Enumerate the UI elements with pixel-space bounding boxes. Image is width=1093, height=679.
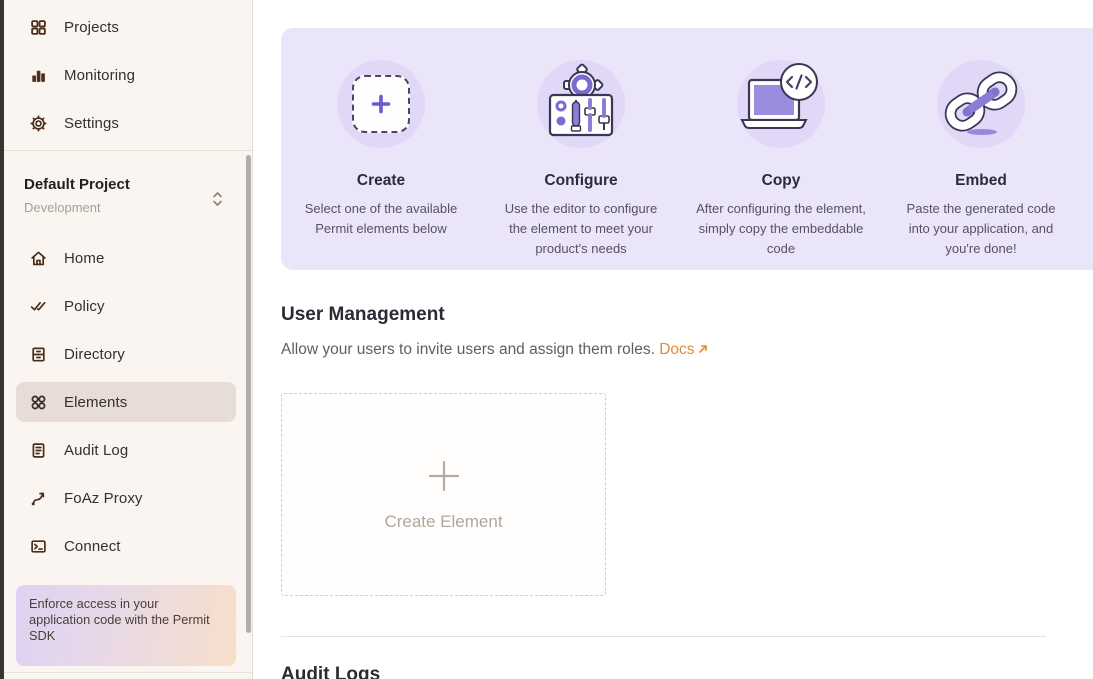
chevron-up-down-icon <box>211 190 224 208</box>
sidebar-item-connect[interactable]: Connect <box>16 526 236 566</box>
create-element-label: Create Element <box>384 512 502 532</box>
bar-chart-icon <box>30 67 47 84</box>
sidebar: Projects Monitoring <box>0 0 253 679</box>
sidebar-top-nav: Projects Monitoring <box>16 7 236 151</box>
cabinet-icon <box>30 346 47 363</box>
step-description: Use the editor to configure the element … <box>481 199 681 259</box>
laptop-code-illustration <box>735 58 827 150</box>
sidebar-item-label: Projects <box>64 19 119 36</box>
onboarding-step-configure: Configure Use the editor to configure th… <box>481 58 681 270</box>
sidebar-divider <box>0 150 252 151</box>
chain-link-illustration <box>935 58 1027 150</box>
description-text: Allow your users to invite users and ass… <box>281 341 659 358</box>
step-title: Configure <box>544 172 617 190</box>
docs-link[interactable]: Docs <box>659 341 708 358</box>
create-plus-illustration <box>335 58 427 150</box>
sidebar-item-elements[interactable]: Elements <box>16 382 236 422</box>
sidebar-item-projects[interactable]: Projects <box>16 7 236 47</box>
project-name: Default Project <box>24 176 232 193</box>
sidebar-item-audit-log[interactable]: Audit Log <box>16 430 236 470</box>
onboarding-step-copy: Copy After configuring the element, simp… <box>681 58 881 270</box>
page-title: User Management <box>281 304 445 326</box>
sdk-promo-text: Enforce access in your application code … <box>29 596 210 643</box>
step-title: Copy <box>762 172 801 190</box>
double-check-icon <box>30 298 47 315</box>
proxy-route-icon <box>30 490 47 507</box>
sidebar-item-settings[interactable]: Settings <box>16 103 236 143</box>
sidebar-item-label: FoAz Proxy <box>64 490 143 507</box>
main-content: Create Select one of the available Permi… <box>253 0 1093 679</box>
sidebar-scrollbar[interactable] <box>246 155 251 633</box>
plus-icon <box>426 458 462 494</box>
step-description: Paste the generated code into your appli… <box>881 199 1081 259</box>
sidebar-bottom-divider <box>0 672 252 673</box>
sidebar-item-label: Home <box>64 250 104 267</box>
onboarding-banner: Create Select one of the available Permi… <box>281 28 1093 270</box>
app-window: Projects Monitoring <box>0 0 1093 679</box>
step-title: Create <box>357 172 405 190</box>
audit-logs-title: Audit Logs <box>281 664 380 679</box>
step-description: After configuring the element, simply co… <box>681 199 881 259</box>
sidebar-item-label: Directory <box>64 346 125 363</box>
sidebar-item-label: Elements <box>64 394 127 411</box>
environment-name: Development <box>24 200 232 215</box>
terminal-icon <box>30 538 47 555</box>
step-title: Embed <box>955 172 1007 190</box>
sidebar-item-home[interactable]: Home <box>16 238 236 278</box>
sidebar-item-policy[interactable]: Policy <box>16 286 236 326</box>
document-icon <box>30 442 47 459</box>
sidebar-item-directory[interactable]: Directory <box>16 334 236 374</box>
home-icon <box>30 250 47 267</box>
sidebar-item-label: Audit Log <box>64 442 128 459</box>
sdk-promo-banner[interactable]: Enforce access in your application code … <box>16 585 236 666</box>
external-link-arrow-icon <box>697 343 709 355</box>
onboarding-step-create: Create Select one of the available Permi… <box>281 58 481 270</box>
create-element-button[interactable]: Create Element <box>281 393 606 596</box>
sidebar-item-label: Monitoring <box>64 67 135 84</box>
sidebar-item-label: Connect <box>64 538 121 555</box>
docs-link-label: Docs <box>659 341 694 358</box>
elements-grid-icon <box>30 394 47 411</box>
sidebar-main-nav: Home Policy <box>16 238 236 574</box>
sliders-gear-illustration <box>535 58 627 150</box>
step-description: Select one of the available Permit eleme… <box>281 199 481 239</box>
sidebar-item-monitoring[interactable]: Monitoring <box>16 55 236 95</box>
sidebar-item-label: Policy <box>64 298 105 315</box>
onboarding-step-embed: Embed Paste the generated code into your… <box>881 58 1081 270</box>
sidebar-item-foaz-proxy[interactable]: FoAz Proxy <box>16 478 236 518</box>
window-edge <box>0 0 4 679</box>
section-description: Allow your users to invite users and ass… <box>281 341 709 359</box>
project-environment-selector[interactable]: Default Project Development <box>24 176 232 215</box>
section-divider <box>281 636 1046 637</box>
grid-icon <box>30 19 47 36</box>
gear-icon <box>30 115 47 132</box>
sidebar-item-label: Settings <box>64 115 119 132</box>
